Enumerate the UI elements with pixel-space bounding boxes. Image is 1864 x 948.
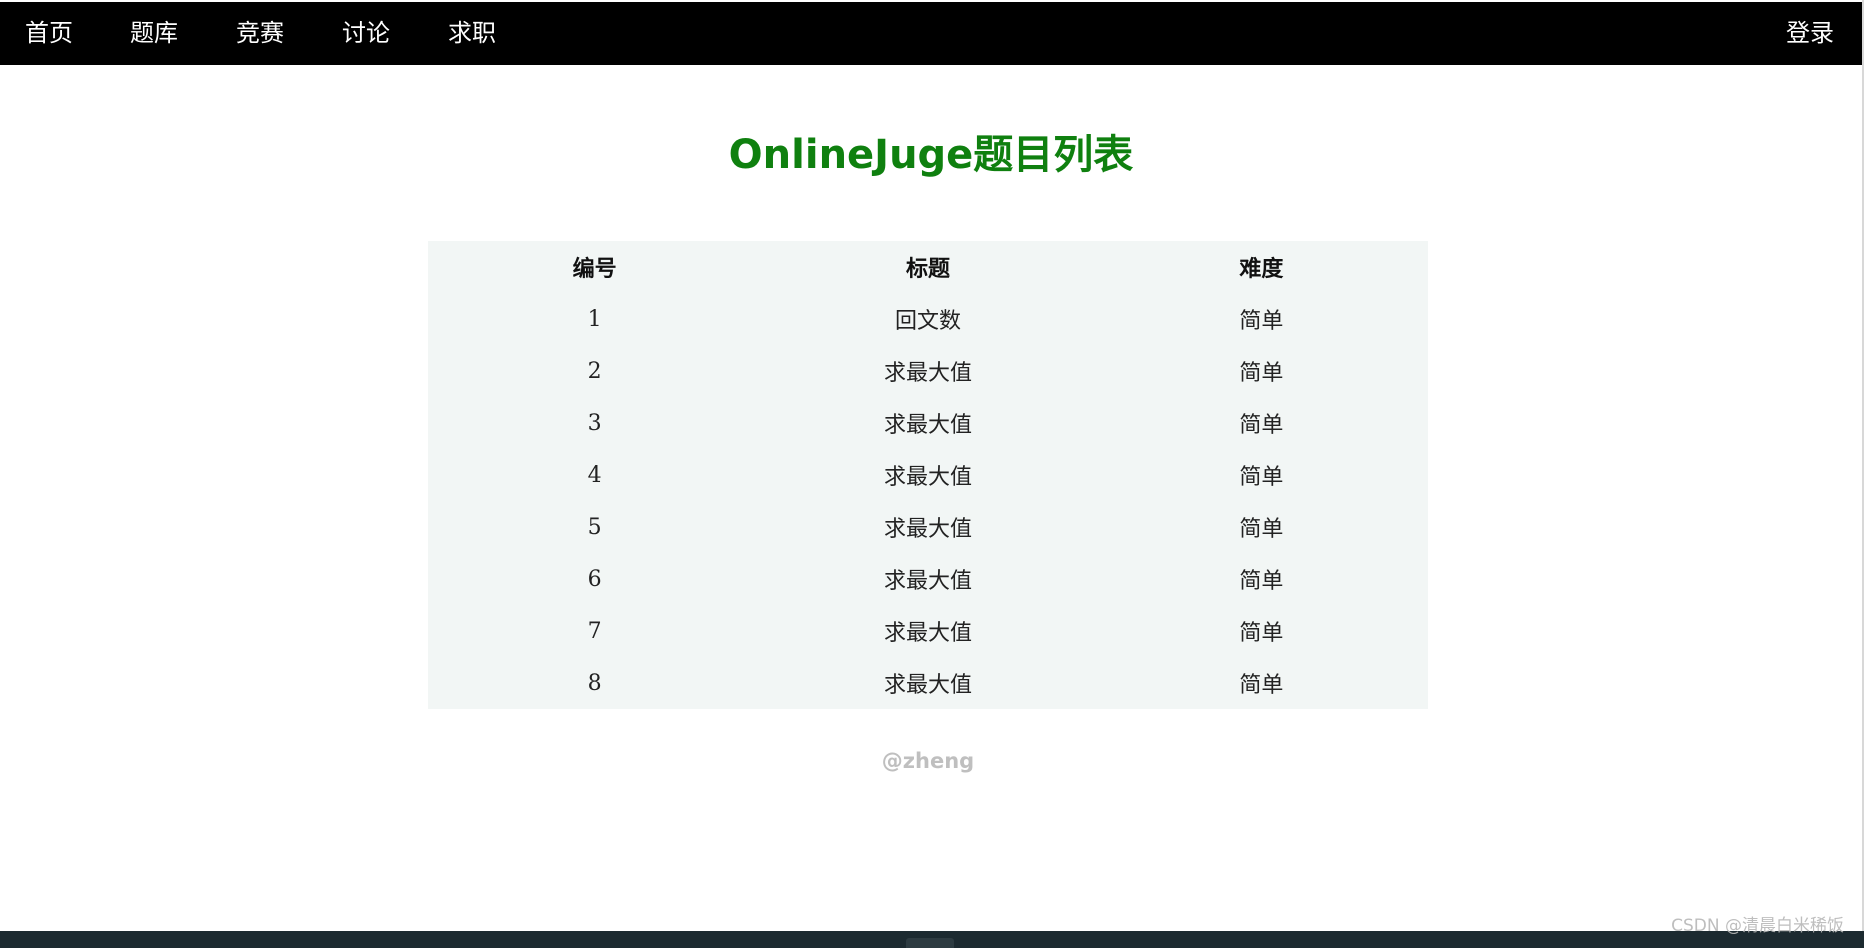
problem-difficulty: 简单 [1239, 465, 1284, 490]
column-header-title: 标题 [905, 256, 950, 282]
table-row[interactable]: 3 求最大值 简单 [428, 397, 1428, 449]
problem-difficulty: 简单 [1239, 517, 1284, 542]
problem-id: 8 [587, 670, 602, 696]
nav-contest-link[interactable]: 竞赛 [236, 2, 284, 65]
table-row[interactable]: 8 求最大值 简单 [428, 657, 1428, 709]
problem-id: 2 [587, 358, 602, 384]
table-row[interactable]: 7 求最大值 简单 [428, 605, 1428, 657]
problem-id: 3 [587, 410, 602, 436]
bottom-bar-handle[interactable] [906, 938, 954, 948]
problem-title-link[interactable]: 求最大值 [761, 345, 1094, 397]
table-row[interactable]: 2 求最大值 简单 [428, 345, 1428, 397]
problem-title-link[interactable]: 求最大值 [761, 553, 1094, 605]
table-row[interactable]: 6 求最大值 简单 [428, 553, 1428, 605]
table-row[interactable]: 5 求最大值 简单 [428, 501, 1428, 553]
page-title: OnlineJuge题目列表 [728, 132, 1134, 178]
problem-table: 编号 标题 难度 1 回文数 简单 2 求最大值 简单 3 求最大值 简单 4 … [428, 241, 1428, 709]
problem-title-link[interactable]: 求最大值 [761, 501, 1094, 553]
problem-difficulty: 简单 [1239, 569, 1284, 594]
nav-jobs-link[interactable]: 求职 [448, 2, 496, 65]
problem-id: 4 [587, 462, 602, 488]
problem-difficulty: 简单 [1239, 309, 1284, 334]
page: 首页 题库 竞赛 讨论 求职 登录 OnlineJuge题目列表 编号 标题 难… [0, 0, 1864, 948]
csdn-watermark: CSDN @清晨白米稀饭 [1671, 916, 1844, 936]
problem-title-link[interactable]: 求最大值 [761, 397, 1094, 449]
problem-id: 6 [587, 566, 602, 592]
problem-difficulty: 简单 [1239, 673, 1284, 698]
nav-login-link[interactable]: 登录 [1786, 2, 1834, 65]
table-row[interactable]: 1 回文数 简单 [428, 293, 1428, 345]
problem-title-link[interactable]: 求最大值 [761, 657, 1094, 709]
top-navbar: 首页 题库 竞赛 讨论 求职 登录 [0, 2, 1862, 65]
problem-title-link[interactable]: 回文数 [761, 293, 1094, 345]
column-header-id: 编号 [572, 256, 617, 282]
problem-title-link[interactable]: 求最大值 [761, 605, 1094, 657]
problem-difficulty: 简单 [1239, 413, 1284, 438]
table-header-row: 编号 标题 难度 [428, 241, 1428, 293]
table-row[interactable]: 4 求最大值 简单 [428, 449, 1428, 501]
author-signature: @zheng [881, 749, 975, 773]
problem-difficulty: 简单 [1239, 361, 1284, 386]
nav-home-link[interactable]: 首页 [25, 2, 73, 65]
problem-id: 1 [587, 306, 602, 332]
problem-id: 7 [587, 618, 602, 644]
problem-id: 5 [587, 514, 602, 540]
column-header-difficulty: 难度 [1239, 256, 1284, 282]
nav-problems-link[interactable]: 题库 [130, 2, 178, 65]
problem-difficulty: 简单 [1239, 621, 1284, 646]
problem-title-link[interactable]: 求最大值 [761, 449, 1094, 501]
nav-discuss-link[interactable]: 讨论 [342, 2, 390, 65]
